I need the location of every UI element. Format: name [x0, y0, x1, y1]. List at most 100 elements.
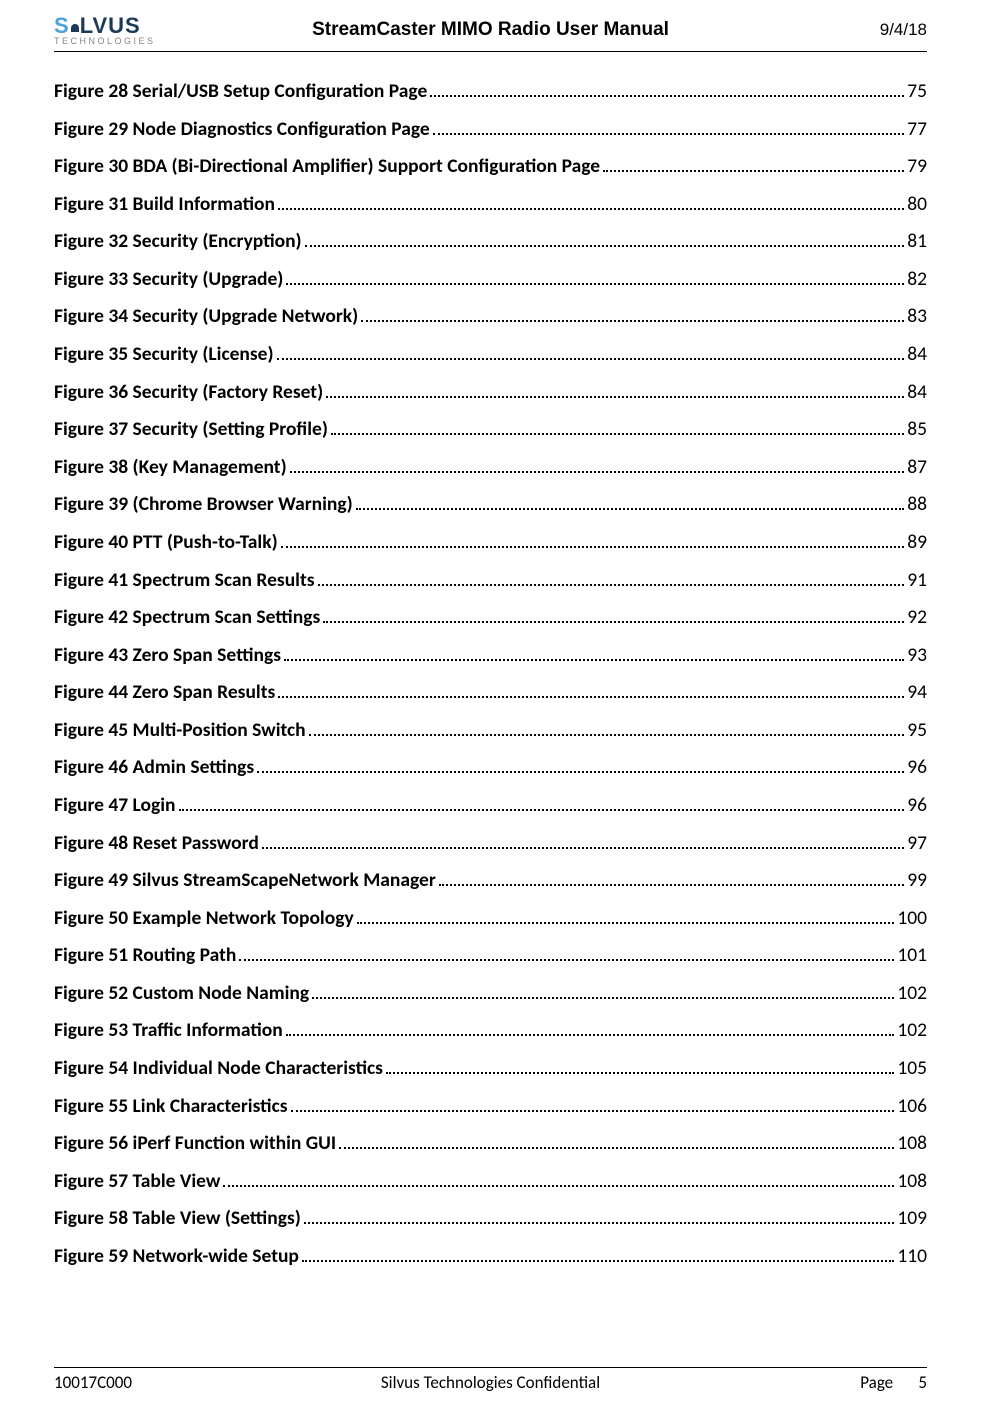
- toc-leader-dots: [305, 234, 905, 248]
- toc-entry-title: Figure 52 Custom Node Naming: [54, 982, 309, 1005]
- toc-entry-title: Figure 45 Multi-Position Switch: [54, 719, 306, 742]
- toc-entry-title: Figure 59 Network-wide Setup: [54, 1245, 299, 1268]
- toc-leader-dots: [302, 1248, 894, 1262]
- toc-entry-page: 80: [907, 193, 927, 216]
- toc-entry-title: Figure 49 Silvus StreamScapeNetwork Mana…: [54, 869, 436, 892]
- toc-entry[interactable]: Figure 47 Login96: [54, 794, 927, 817]
- toc-leader-dots: [278, 685, 904, 699]
- toc-leader-dots: [339, 1136, 894, 1150]
- toc-entry[interactable]: Figure 56 iPerf Function within GUI108: [54, 1132, 927, 1155]
- toc-entry-page: 84: [907, 381, 927, 404]
- toc-entry-page: 93: [907, 644, 927, 667]
- toc-entry-page: 110: [897, 1245, 927, 1268]
- toc-entry-page: 88: [907, 493, 927, 516]
- toc-leader-dots: [357, 910, 895, 924]
- toc-entry-page: 94: [907, 681, 927, 704]
- toc-entry-title: Figure 47 Login: [54, 794, 176, 817]
- toc-entry[interactable]: Figure 44 Zero Span Results 94: [54, 681, 927, 704]
- toc-entry-title: Figure 58 Table View (Settings): [54, 1207, 301, 1230]
- toc-entry-page: 95: [907, 719, 927, 742]
- toc-entry[interactable]: Figure 42 Spectrum Scan Settings92: [54, 606, 927, 629]
- toc-entry-title: Figure 56 iPerf Function within GUI: [54, 1132, 336, 1155]
- toc-entry[interactable]: Figure 31 Build Information 80: [54, 193, 927, 216]
- toc-entry[interactable]: Figure 52 Custom Node Naming102: [54, 982, 927, 1005]
- toc-leader-dots: [291, 1098, 895, 1112]
- toc-entry-title: Figure 39 (Chrome Browser Warning): [54, 493, 353, 516]
- toc-entry-page: 109: [897, 1207, 927, 1230]
- toc-entry[interactable]: Figure 34 Security (Upgrade Network)83: [54, 305, 927, 328]
- toc-entry[interactable]: Figure 40 PTT (Push-to-Talk)89: [54, 531, 927, 554]
- toc-entry[interactable]: Figure 58 Table View (Settings) 109: [54, 1207, 927, 1230]
- toc-entry-page: 82: [907, 268, 927, 291]
- toc-entry[interactable]: Figure 55 Link Characteristics106: [54, 1095, 927, 1118]
- toc-entry-title: Figure 40 PTT (Push-to-Talk): [54, 531, 278, 554]
- logo-dot-icon: [71, 24, 79, 32]
- toc-leader-dots: [326, 384, 904, 398]
- toc-entry[interactable]: Figure 54 Individual Node Characteristic…: [54, 1057, 927, 1080]
- toc-leader-dots: [290, 459, 905, 473]
- toc-entry-title: Figure 32 Security (Encryption): [54, 230, 302, 253]
- footer-doc-number: 10017C000: [54, 1372, 254, 1393]
- toc-entry-page: 97: [907, 832, 927, 855]
- toc-entry-page: 105: [897, 1057, 927, 1080]
- toc-entry-page: 81: [907, 230, 927, 253]
- toc-entry-page: 75: [907, 80, 927, 103]
- toc-entry-page: 108: [897, 1170, 927, 1193]
- toc-entry[interactable]: Figure 33 Security (Upgrade) 82: [54, 268, 927, 291]
- toc-entry[interactable]: Figure 49 Silvus StreamScapeNetwork Mana…: [54, 869, 927, 892]
- toc-leader-dots: [281, 534, 905, 548]
- toc-entry[interactable]: Figure 48 Reset Password 97: [54, 832, 927, 855]
- toc-entry-title: Figure 54 Individual Node Characteristic…: [54, 1057, 383, 1080]
- toc-entry[interactable]: Figure 59 Network-wide Setup 110: [54, 1245, 927, 1268]
- toc-entry[interactable]: Figure 29 Node Diagnostics Configuration…: [54, 118, 927, 141]
- document-date: 9/4/18: [807, 20, 927, 40]
- toc-leader-dots: [257, 760, 904, 774]
- toc-entry[interactable]: Figure 37 Security (Setting Profile) 85: [54, 418, 927, 441]
- toc-entry-page: 96: [907, 756, 927, 779]
- toc-entry-title: Figure 35 Security (License): [54, 343, 274, 366]
- toc-entry-title: Figure 37 Security (Setting Profile): [54, 418, 328, 441]
- toc-entry[interactable]: Figure 43 Zero Span Settings93: [54, 644, 927, 667]
- toc-entry[interactable]: Figure 38 (Key Management)87: [54, 456, 927, 479]
- toc-leader-dots: [386, 1060, 894, 1074]
- toc-entry[interactable]: Figure 28 Serial/USB Setup Configuration…: [54, 80, 927, 103]
- page-header: SLVUS TECHNOLOGIES StreamCaster MIMO Rad…: [54, 0, 927, 50]
- toc-leader-dots: [356, 497, 905, 511]
- toc-entry[interactable]: Figure 35 Security (License)84: [54, 343, 927, 366]
- toc-entry-title: Figure 48 Reset Password: [54, 832, 259, 855]
- brand-logo-wordmark: SLVUS: [54, 15, 174, 37]
- toc-leader-dots: [179, 797, 905, 811]
- toc-entry[interactable]: Figure 51 Routing Path 101: [54, 944, 927, 967]
- toc-entry-title: Figure 31 Build Information: [54, 193, 275, 216]
- toc-entry[interactable]: Figure 41 Spectrum Scan Results91: [54, 569, 927, 592]
- toc-entry-title: Figure 46 Admin Settings: [54, 756, 254, 779]
- toc-leader-dots: [286, 1023, 895, 1037]
- toc-entry-page: 85: [907, 418, 927, 441]
- toc-leader-dots: [430, 83, 904, 97]
- toc-entry[interactable]: Figure 39 (Chrome Browser Warning) 88: [54, 493, 927, 516]
- toc-entry-title: Figure 36 Security (Factory Reset): [54, 381, 323, 404]
- toc-entry-page: 100: [897, 907, 927, 930]
- toc-entry[interactable]: Figure 46 Admin Settings 96: [54, 756, 927, 779]
- page-footer: 10017C000 Silvus Technologies Confidenti…: [54, 1367, 927, 1393]
- toc-entry[interactable]: Figure 45 Multi-Position Switch 95: [54, 719, 927, 742]
- toc-entry-page: 102: [897, 1019, 927, 1042]
- toc-entry-title: Figure 51 Routing Path: [54, 944, 236, 967]
- toc-entry[interactable]: Figure 53 Traffic Information102: [54, 1019, 927, 1042]
- toc-entry-page: 99: [907, 869, 927, 892]
- brand-logo-subtext: TECHNOLOGIES: [54, 36, 174, 46]
- toc-entry[interactable]: Figure 50 Example Network Topology100: [54, 907, 927, 930]
- header-divider: [54, 51, 927, 52]
- toc-entry-title: Figure 33 Security (Upgrade): [54, 268, 283, 291]
- footer-page-label: Page: [860, 1372, 893, 1393]
- toc-leader-dots: [433, 121, 905, 135]
- toc-entry[interactable]: Figure 30 BDA (Bi-Directional Amplifier)…: [54, 155, 927, 178]
- toc-leader-dots: [439, 873, 904, 887]
- toc-entry-title: Figure 44 Zero Span Results: [54, 681, 275, 704]
- toc-entry[interactable]: Figure 32 Security (Encryption) 81: [54, 230, 927, 253]
- toc-leader-dots: [239, 948, 894, 962]
- toc-entry[interactable]: Figure 57 Table View108: [54, 1170, 927, 1193]
- toc-leader-dots: [312, 985, 894, 999]
- toc-entry[interactable]: Figure 36 Security (Factory Reset) 84: [54, 381, 927, 404]
- toc-entry-page: 101: [897, 944, 927, 967]
